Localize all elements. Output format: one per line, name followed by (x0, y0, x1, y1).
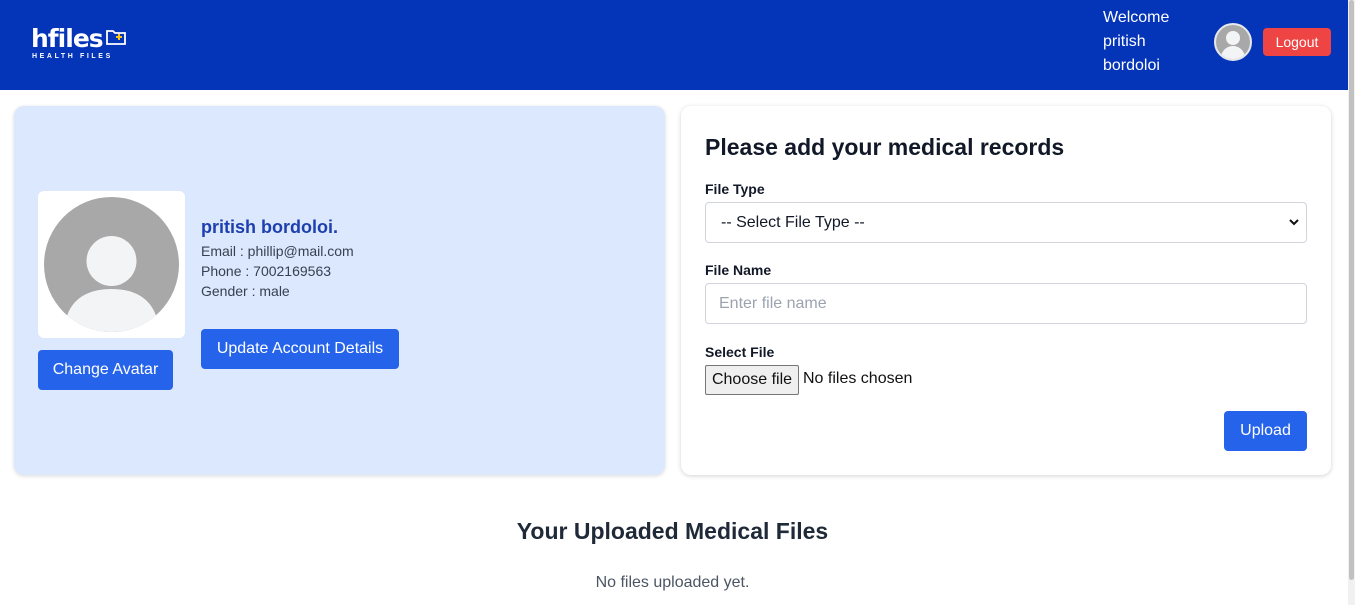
upload-records-card: Please add your medical records File Typ… (681, 106, 1331, 475)
welcome-user-last: bordoloi (1103, 57, 1160, 74)
upload-button[interactable]: Upload (1224, 411, 1307, 451)
folder-plus-icon (106, 30, 126, 45)
welcome-user-first: pritish (1103, 33, 1146, 50)
profile-gender: Gender : male (201, 283, 290, 299)
profile-phone: Phone : 7002169563 (201, 263, 332, 279)
profile-card: Change Avatar pritish bordoloi. Email : … (14, 106, 665, 475)
welcome-line: Welcome (1103, 9, 1170, 26)
chevron-down-icon (1289, 219, 1299, 226)
update-account-button[interactable]: Update Account Details (201, 329, 399, 369)
page-scrollbar[interactable] (1348, 0, 1355, 605)
profile-name: pritish bordoloi. (201, 217, 338, 237)
user-avatar-icon[interactable] (1214, 23, 1252, 61)
brand-name: hfiles (31, 24, 104, 53)
file-name-input[interactable] (705, 283, 1307, 324)
profile-avatar (38, 191, 185, 338)
uploaded-files-title: Your Uploaded Medical Files (516, 518, 829, 544)
avatar-silhouette-icon (66, 236, 157, 332)
no-file-chosen-text: No files chosen (803, 370, 913, 387)
avatar-placeholder-icon (44, 197, 179, 332)
welcome-message: Welcome pritish bordoloi (1103, 6, 1193, 78)
scrollbar-thumb[interactable] (1349, 0, 1354, 580)
brand-logo[interactable]: hfiles HEALTH FILES (31, 24, 141, 64)
top-navbar: hfiles HEALTH FILES Welcome pritish bord… (0, 0, 1348, 90)
brand-tagline: HEALTH FILES (32, 53, 113, 60)
file-type-label: File Type (705, 181, 765, 197)
uploaded-files-empty-message: No files uploaded yet. (595, 574, 750, 591)
select-file-label: Select File (705, 344, 775, 360)
change-avatar-button[interactable]: Change Avatar (38, 350, 173, 390)
file-type-select[interactable]: -- Select File Type -- (705, 202, 1307, 243)
upload-title: Please add your medical records (705, 134, 1065, 160)
choose-file-button[interactable]: Choose file (705, 365, 799, 395)
logout-button[interactable]: Logout (1263, 28, 1331, 56)
profile-email: Email : phillip@mail.com (201, 243, 354, 259)
file-type-selected-value: -- Select File Type -- (721, 214, 865, 231)
avatar-silhouette-icon (1216, 25, 1250, 59)
file-name-label: File Name (705, 262, 772, 278)
